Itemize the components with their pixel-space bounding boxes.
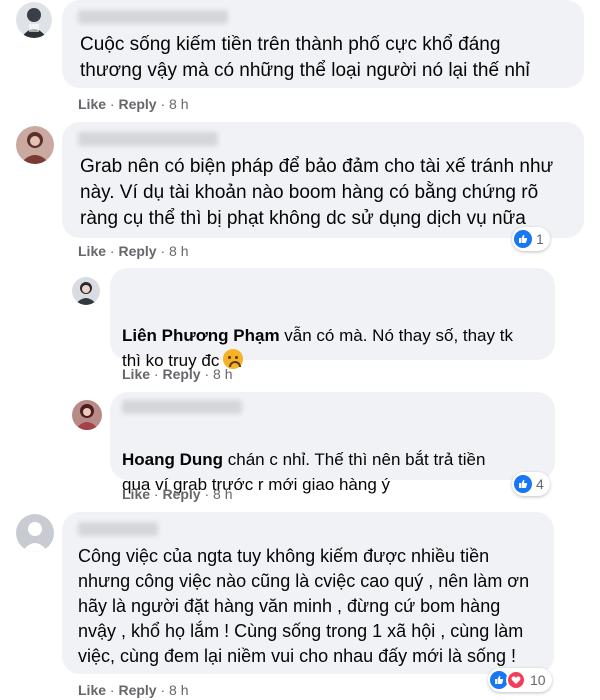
author-name-redacted [78, 132, 218, 146]
reply-2: Hoang Dung chán c nhỉ. Thế thì nên bắt t… [0, 390, 600, 510]
like-link[interactable]: Like [78, 682, 106, 698]
author-name[interactable]: Liên Phương Phạm [122, 326, 280, 345]
like-reaction-icon [514, 475, 532, 493]
timestamp[interactable]: 8 h [169, 682, 188, 698]
author-name-redacted [122, 400, 242, 414]
default-avatar-icon [22, 522, 48, 552]
comment-text: Công việc của ngta tuy không kiếm được n… [78, 546, 530, 666]
reply-text: Liên Phương Phạm vẫn có mà. Nó thay số, … [122, 298, 552, 373]
like-link[interactable]: Like [78, 96, 106, 112]
comment-bubble: Grab nên có biện pháp để bảo đảm cho tài… [62, 122, 584, 238]
reply-1: Liên Phương Phạm vẫn có mà. Nó thay số, … [0, 265, 600, 390]
timestamp[interactable]: 8 h [169, 96, 188, 112]
author-name-redacted [78, 10, 228, 24]
avatar[interactable] [16, 2, 52, 38]
avatar[interactable] [16, 514, 54, 552]
comment-3: Công việc của ngta tuy không kiếm được n… [0, 510, 600, 700]
timestamp[interactable]: 8 h [213, 486, 232, 502]
comment-actions: Like · Reply · 8 h [122, 486, 233, 502]
reply-bubble: Hoang Dung chán c nhỉ. Thế thì nên bắt t… [110, 392, 555, 494]
avatar[interactable] [72, 400, 102, 430]
comment-bubble: Cuộc sống kiếm tiền trên thành phố cực k… [62, 0, 584, 88]
reaction-count: 1 [536, 231, 544, 247]
user-avatar-icon [75, 282, 97, 305]
like-reaction-icon [514, 230, 532, 248]
author-name-redacted [78, 522, 158, 536]
comment-actions: Like · Reply · 8 h [122, 366, 233, 382]
reply-link[interactable]: Reply [162, 366, 200, 382]
comment-actions: Like · Reply · 8 h [78, 96, 189, 112]
comment-1: Cuộc sống kiếm tiền trên thành phố cực k… [0, 0, 600, 120]
reaction-summary[interactable]: 4 [512, 472, 550, 496]
comment-bubble: Công việc của ngta tuy không kiếm được n… [62, 512, 554, 674]
user-avatar-icon [75, 404, 99, 430]
reaction-count: 10 [530, 672, 546, 688]
reaction-summary[interactable]: 10 [488, 668, 552, 692]
reply-link[interactable]: Reply [162, 486, 200, 502]
avatar[interactable] [72, 277, 100, 305]
timestamp[interactable]: 8 h [169, 243, 188, 259]
author-name[interactable]: Hoang Dung [122, 450, 223, 469]
reply-bubble: Liên Phương Phạm vẫn có mà. Nó thay số, … [110, 268, 555, 370]
comment-text: Cuộc sống kiếm tiền trên thành phố cực k… [80, 34, 530, 81]
reaction-summary[interactable]: 1 [512, 227, 550, 251]
like-link[interactable]: Like [122, 486, 150, 502]
timestamp[interactable]: 8 h [213, 366, 232, 382]
love-reaction-icon [506, 670, 526, 690]
user-avatar-icon [21, 8, 47, 38]
like-link[interactable]: Like [78, 243, 106, 259]
avatar[interactable] [16, 126, 54, 164]
user-avatar-icon [20, 132, 50, 164]
reply-link[interactable]: Reply [118, 682, 156, 698]
reaction-count: 4 [536, 476, 544, 492]
reply-link[interactable]: Reply [118, 96, 156, 112]
like-link[interactable]: Like [122, 366, 150, 382]
comment-actions: Like · Reply · 8 h [78, 682, 189, 698]
reply-link[interactable]: Reply [118, 243, 156, 259]
comment-2: Grab nên có biện pháp để bảo đảm cho tài… [0, 120, 600, 265]
comment-text: Grab nên có biện pháp để bảo đảm cho tài… [80, 156, 554, 229]
comment-actions: Like · Reply · 8 h [78, 243, 189, 259]
